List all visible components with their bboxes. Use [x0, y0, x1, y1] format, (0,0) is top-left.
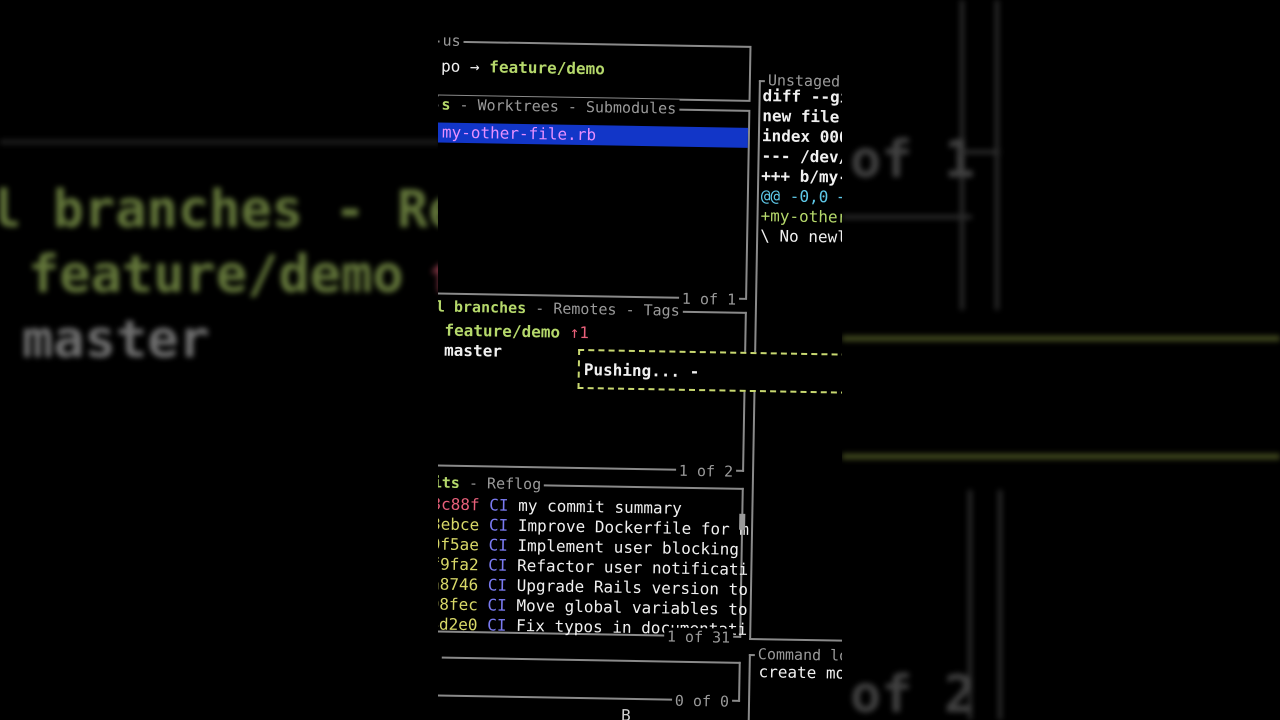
tab-reflog[interactable]: Reflog [487, 474, 541, 493]
bg-popup-border [842, 336, 1280, 341]
commit-hash: 0f5ae [438, 534, 480, 555]
diff-line: @@ -0,0 +1 [760, 186, 842, 207]
commit-tag: CI [487, 595, 507, 615]
bg-popup-border [842, 454, 1280, 459]
files-panel[interactable]: s - Worktrees - Submodules my-other-file… [438, 95, 751, 309]
tab-submodules[interactable]: Submodules [586, 98, 677, 118]
commit-summary: Refactor user notificati [516, 555, 749, 579]
commit-tag: CI [488, 515, 509, 535]
command-log-panel: Command lo create mod [747, 645, 842, 720]
commit-summary: Move global variables to [516, 595, 748, 619]
status-panel[interactable]: us po → feature/demo [438, 31, 752, 102]
branch-item[interactable]: master [444, 341, 502, 362]
ahead-count: ↑1 [569, 322, 590, 343]
commit-tag: CI [488, 555, 508, 575]
diff-line: +my-other-f [760, 206, 842, 227]
diff-line: \ No newlin [760, 226, 842, 247]
commits-tabs: its - Reflog [438, 473, 545, 494]
bg-master-branch: master [22, 310, 210, 370]
diff-line: --- /dev/nu [761, 146, 842, 167]
commits-counter: 1 of 31 [663, 627, 734, 647]
commit-hash: a8746 [438, 574, 479, 595]
commit-tag: CI [488, 535, 508, 555]
command-log-text: create mod [758, 662, 842, 683]
tab-separator: - [459, 473, 488, 493]
commit-hash: 08fec [438, 594, 479, 615]
bg-counter-2: of 2 [850, 665, 976, 720]
status-line: po → feature/demo [441, 57, 605, 80]
commit-summary: Upgrade Rails version to [516, 575, 749, 599]
commit-summary: my commit summary [517, 495, 683, 518]
commit-summary: Implement user blocking [517, 535, 740, 559]
branch-name: feature/demo [444, 320, 561, 342]
bg-frame-edge [842, 215, 972, 219]
bg-frame-edge [995, 0, 999, 310]
branch-name: master [443, 340, 503, 361]
commit-tag: CI [487, 575, 508, 595]
commit-tag: CI [489, 495, 509, 515]
commit-hash: 3c88f [438, 494, 480, 515]
bg-divider [0, 140, 440, 144]
tab-local-branches[interactable]: l branches [438, 297, 526, 317]
file-name: my-other-file.rb [441, 122, 597, 145]
diff-line: +++ b/my-ot [761, 166, 842, 187]
file-item-selected[interactable]: my-other-file.rb [438, 122, 749, 148]
stash-panel[interactable]: h 0 of 0 [438, 647, 741, 711]
commits-panel[interactable]: its - Reflog 3c88f CI my commit summary … [438, 473, 749, 647]
commits-scrollbar[interactable] [739, 513, 746, 530]
arrow-icon: → [469, 57, 480, 77]
commit-tag: CI [487, 615, 507, 635]
bg-branches-title: l branches - Re [0, 180, 460, 240]
tab-separator: - [558, 97, 587, 117]
diff-line: new file mo [762, 106, 842, 127]
diff-line: diff --git [762, 86, 842, 107]
commit-hash: 3ebce [438, 514, 480, 535]
tab-files[interactable]: s [441, 96, 450, 114]
lazygit-terminal: us po → feature/demo s - Worktrees - Sub… [438, 0, 842, 720]
bg-feature-branch: feature/demo [28, 245, 404, 305]
bg-frame-edge [998, 490, 1002, 720]
bottom-status: B [601, 705, 631, 720]
tab-worktrees[interactable]: Worktrees [477, 96, 559, 115]
commit-summary: Improve Dockerfile for m [517, 515, 750, 539]
commit-hash: f9fa2 [438, 554, 479, 575]
diff-line: index 00000 [761, 126, 842, 147]
popup-text: Pushing... - [583, 360, 700, 382]
files-tabs: s - Worktrees - Submodules [438, 95, 680, 118]
status-title: us [439, 31, 464, 50]
branches-counter: 1 of 2 [675, 461, 737, 481]
tab-separator: - [616, 300, 644, 320]
bg-counter-1: of 1 [850, 130, 976, 190]
tab-stash[interactable]: h [438, 647, 439, 665]
commit-hash: 4d2e0 [438, 614, 478, 635]
tab-separator: - [526, 299, 554, 318]
files-counter: 1 of 1 [678, 289, 740, 309]
branch-item[interactable]: feature/demo ↑1 [444, 321, 589, 344]
tab-tags[interactable]: Tags [643, 301, 679, 320]
tab-separator: - [450, 95, 478, 115]
tab-remotes[interactable]: Remotes [553, 300, 617, 319]
branches-tabs: l branches - Remotes - Tags [438, 297, 683, 320]
current-branch: feature/demo [489, 57, 606, 79]
bg-frame-edge [960, 150, 1000, 154]
tab-commits[interactable]: its [438, 473, 460, 491]
stash-title: h [438, 647, 442, 666]
stash-counter: 0 of 0 [671, 691, 733, 711]
pushing-popup: Pushing... - [577, 348, 842, 395]
repo-name: po [440, 56, 461, 76]
